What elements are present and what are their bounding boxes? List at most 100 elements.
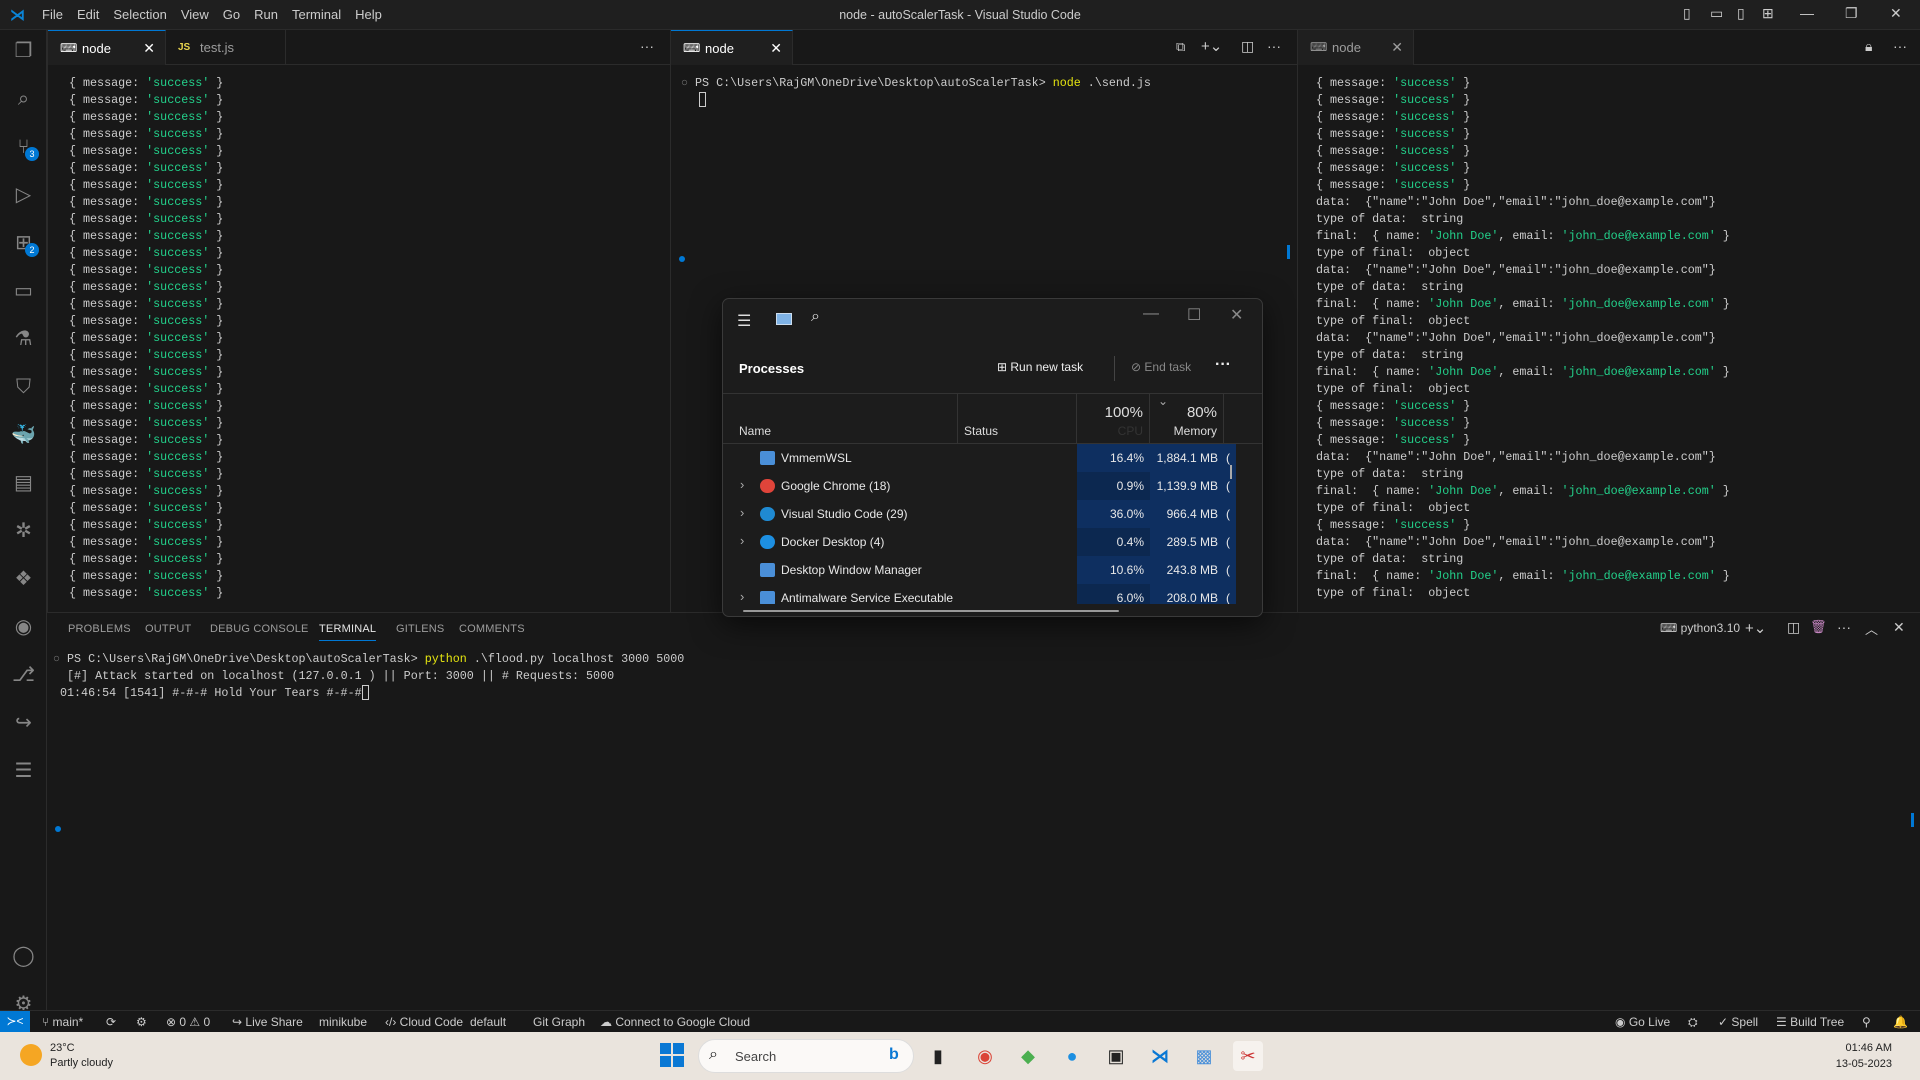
- tab-test-js[interactable]: JS test.js: [166, 30, 286, 65]
- git-graph-icon[interactable]: ⎇: [0, 655, 47, 695]
- api-icon[interactable]: ▤: [0, 463, 47, 503]
- column-memory[interactable]: ⌄ 80% Memory: [1150, 394, 1224, 443]
- weather-desc[interactable]: Partly cloudy: [50, 1057, 113, 1069]
- column-status[interactable]: Status: [958, 394, 1077, 443]
- scrollbar[interactable]: [1287, 245, 1290, 259]
- status-item[interactable]: default: [470, 1015, 506, 1029]
- hamburger-menu-icon[interactable]: ☰: [737, 311, 751, 331]
- menu-help[interactable]: Help: [355, 7, 382, 22]
- testing-icon[interactable]: ⚗: [0, 319, 47, 359]
- github-icon[interactable]: ◉: [0, 607, 47, 647]
- maximize-panel-icon[interactable]: ︿: [1865, 619, 1878, 638]
- vertical-scrollbar[interactable]: [1230, 465, 1232, 479]
- panel-tab-gitlens[interactable]: GITLENS: [396, 623, 444, 635]
- weather-temp[interactable]: 23°C: [50, 1042, 75, 1054]
- expand-chevron-icon[interactable]: ›: [740, 477, 744, 492]
- taskbar-search[interactable]: ⌕ Search b: [698, 1039, 914, 1073]
- end-task-button[interactable]: ⊘ End task: [1131, 360, 1191, 374]
- gitlens-icon[interactable]: ❖: [0, 559, 47, 599]
- toggle-secondary-sidebar-icon[interactable]: ▯: [1737, 5, 1745, 22]
- status-item-right[interactable]: ⚲: [1862, 1015, 1871, 1029]
- status-item[interactable]: ⊗ 0 ⚠ 0: [166, 1015, 210, 1029]
- chrome-icon[interactable]: ◉: [970, 1041, 1000, 1071]
- panel-tab-problems[interactable]: PROBLEMS: [68, 623, 131, 635]
- lock-icon[interactable]: 🔒︎: [1865, 38, 1872, 55]
- kubernetes-icon[interactable]: ✲: [0, 511, 47, 551]
- terminal-icon[interactable]: ▣: [1101, 1041, 1131, 1071]
- search-icon[interactable]: ⌕: [0, 79, 47, 119]
- menu-run[interactable]: Run: [254, 7, 278, 22]
- status-item[interactable]: ⟳: [106, 1015, 116, 1029]
- status-item[interactable]: ☁ Connect to Google Cloud: [600, 1015, 750, 1029]
- status-item[interactable]: ⚙: [136, 1015, 147, 1029]
- task-view-icon[interactable]: ▮: [923, 1041, 953, 1071]
- run-debug-icon[interactable]: ▷: [0, 175, 47, 215]
- menu-go[interactable]: Go: [223, 7, 240, 22]
- status-item[interactable]: Git Graph: [533, 1015, 585, 1029]
- panel-tab-debug-console[interactable]: DEBUG CONSOLE: [210, 623, 309, 635]
- restore-button[interactable]: ❐: [1845, 5, 1858, 22]
- extensions-icon[interactable]: ⊞ 2: [0, 223, 47, 263]
- panel-tab-terminal[interactable]: TERMINAL: [319, 623, 377, 641]
- more-actions-icon[interactable]: ···: [1267, 38, 1281, 54]
- column-cpu[interactable]: 100% CPU: [1077, 394, 1150, 443]
- more-actions-icon[interactable]: ···: [640, 38, 654, 54]
- toggle-sidebar-icon[interactable]: ▯: [1683, 5, 1691, 22]
- customize-layout-icon[interactable]: ⊞: [1762, 5, 1774, 22]
- menu-view[interactable]: View: [181, 7, 209, 22]
- live-share-icon[interactable]: ↪: [0, 703, 47, 743]
- process-row[interactable]: Desktop Window Manager 10.6% 243.8 MB(: [723, 556, 1262, 584]
- process-row[interactable]: VmmemWSL 16.4% 1,884.1 MB(: [723, 444, 1262, 472]
- process-row[interactable]: › Docker Desktop (4) 0.4% 289.5 MB(: [723, 528, 1262, 556]
- expand-chevron-icon[interactable]: ›: [740, 505, 744, 520]
- weather-icon[interactable]: [20, 1044, 42, 1066]
- files-icon[interactable]: ❐: [0, 31, 47, 71]
- process-row[interactable]: › Antimalware Service Executable 6.0% 208.0…: [723, 584, 1262, 604]
- start-button[interactable]: [660, 1043, 684, 1067]
- split-editor-icon[interactable]: ◫: [1241, 38, 1254, 55]
- expand-chevron-icon[interactable]: ›: [740, 533, 744, 548]
- more-options-icon[interactable]: ···: [1215, 356, 1231, 374]
- colorful-app-icon[interactable]: ◆: [1013, 1041, 1043, 1071]
- status-item[interactable]: ↪ Live Share: [232, 1015, 303, 1029]
- tab-node-1[interactable]: ⌨ node ✕: [48, 30, 166, 65]
- horizontal-scrollbar[interactable]: [743, 610, 1119, 612]
- toggle-panel-icon[interactable]: ▭: [1710, 5, 1723, 22]
- status-item[interactable]: ⑂ main*: [42, 1015, 83, 1029]
- process-row[interactable]: › Google Chrome (18) 0.9% 1,139.9 MB(: [723, 472, 1262, 500]
- close-window-button[interactable]: ✕: [1890, 5, 1902, 22]
- menu-terminal[interactable]: Terminal: [292, 7, 341, 22]
- status-item-right[interactable]: ◉ Go Live: [1615, 1015, 1670, 1029]
- process-row[interactable]: › Visual Studio Code (29) 36.0% 966.4 MB(: [723, 500, 1262, 528]
- docker-icon[interactable]: ●: [1057, 1041, 1087, 1071]
- panel-tab-comments[interactable]: COMMENTS: [459, 623, 525, 635]
- status-item-right[interactable]: ✓ Spell: [1718, 1015, 1758, 1029]
- trash-icon[interactable]: 🗑︎: [1810, 619, 1827, 635]
- remote-explorer-icon[interactable]: ▭: [0, 271, 47, 311]
- status-item-right[interactable]: 🔔: [1893, 1015, 1908, 1029]
- remote-icon[interactable]: ≻<: [0, 1011, 30, 1033]
- status-item[interactable]: minikube: [319, 1015, 367, 1029]
- source-control-icon[interactable]: ⑂ 3: [0, 127, 47, 167]
- run-new-task-button[interactable]: ⊞ Run new task: [997, 360, 1083, 374]
- account-icon[interactable]: ◯: [0, 936, 47, 976]
- snipping-tool-icon[interactable]: ✂: [1233, 1041, 1263, 1071]
- expand-chevron-icon[interactable]: ›: [740, 589, 744, 604]
- minimize-button[interactable]: —: [1800, 5, 1814, 21]
- status-item[interactable]: ‹/› Cloud Code: [385, 1015, 463, 1029]
- more-actions-icon[interactable]: ···: [1837, 619, 1851, 635]
- bookmark-icon[interactable]: ⛉: [0, 367, 47, 407]
- column-name[interactable]: Name: [723, 394, 958, 443]
- terminal-output-1[interactable]: { message: 'success' } { message: 'succes…: [69, 75, 670, 612]
- search-icon[interactable]: ⌕: [811, 308, 820, 326]
- new-terminal-icon[interactable]: +⌄: [1745, 619, 1766, 637]
- more-actions-icon[interactable]: ···: [1893, 38, 1907, 54]
- minimize-button[interactable]: —: [1143, 305, 1159, 323]
- clock-date[interactable]: 13-05-2023: [1836, 1058, 1892, 1070]
- clock-time[interactable]: 01:46 AM: [1846, 1042, 1892, 1054]
- close-tab-icon[interactable]: ✕: [770, 31, 782, 66]
- panel-terminal-output[interactable]: ○ PS C:\Users\RajGM\OneDrive\Desktop\aut…: [53, 651, 1880, 1010]
- maximize-button[interactable]: ☐: [1187, 305, 1201, 325]
- menu-edit[interactable]: Edit: [77, 7, 99, 22]
- split-terminal-icon[interactable]: ◫: [1787, 619, 1800, 636]
